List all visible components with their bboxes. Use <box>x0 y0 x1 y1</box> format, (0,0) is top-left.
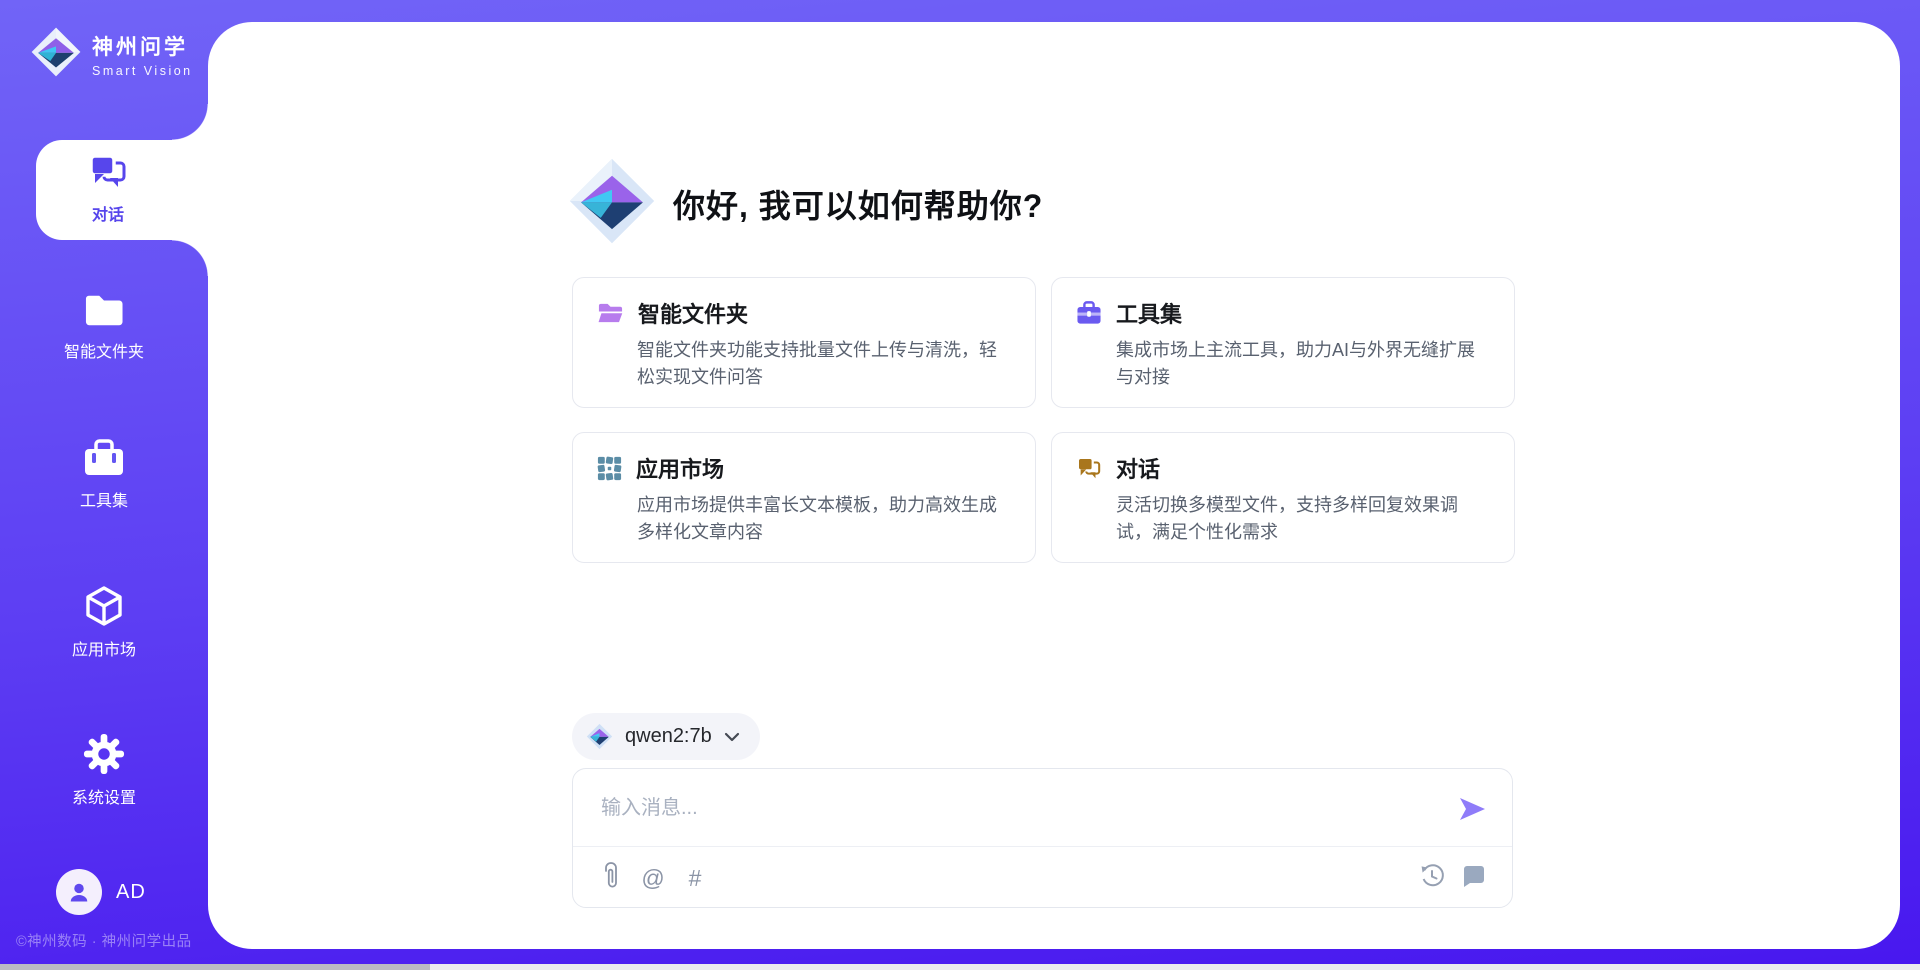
at-icon: @ <box>641 865 664 892</box>
topic-button[interactable]: # <box>681 864 709 892</box>
sidebar-item-label: 应用市场 <box>0 636 208 660</box>
card-description: 灵活切换多模型文件，支持多样回复效果调试，满足个性化需求 <box>1116 492 1490 546</box>
grid-icon <box>597 456 622 481</box>
horizontal-scrollbar-thumb[interactable] <box>0 964 430 970</box>
sidebar-item-folders[interactable]: 智能文件夹 <box>0 291 208 362</box>
user-profile[interactable]: AD <box>56 869 146 915</box>
brand-logo-icon <box>30 26 82 83</box>
card-description: 智能文件夹功能支持批量文件上传与清洗，轻松实现文件问答 <box>637 337 1011 391</box>
card-smart-folder[interactable]: 智能文件夹 智能文件夹功能支持批量文件上传与清洗，轻松实现文件问答 <box>572 277 1036 408</box>
composer-toolbar: @ # <box>573 848 1512 908</box>
sidebar-item-market[interactable]: 应用市场 <box>0 585 208 660</box>
briefcase-icon <box>1076 301 1102 325</box>
paperclip-icon <box>603 862 619 895</box>
chevron-down-icon <box>724 732 740 742</box>
history-button[interactable] <box>1418 864 1446 892</box>
card-app-market[interactable]: 应用市场 应用市场提供丰富长文本模板，助力高效生成多样化文章内容 <box>572 432 1036 563</box>
sidebar-item-chat[interactable]: 对话 <box>22 152 194 225</box>
sidebar-item-label: 系统设置 <box>0 784 208 808</box>
card-description: 集成市场上主流工具，助力AI与外界无缝扩展与对接 <box>1116 337 1490 391</box>
attach-button[interactable] <box>597 864 625 892</box>
app-root: { "app": { "brand": "神州问学", "brand_subti… <box>0 0 1920 970</box>
horizontal-scrollbar-track[interactable] <box>0 964 1920 970</box>
chat-panel-button[interactable] <box>1460 864 1488 892</box>
model-selector[interactable]: qwen2:7b <box>572 713 760 760</box>
active-tab-fillet-top <box>172 104 208 140</box>
folder-open-icon <box>597 301 624 325</box>
greeting-text: 你好, 我可以如何帮助你? <box>673 181 1043 227</box>
card-toolbox[interactable]: 工具集 集成市场上主流工具，助力AI与外界无缝扩展与对接 <box>1051 277 1515 408</box>
card-title: 应用市场 <box>636 452 724 484</box>
sidebar-item-label: 智能文件夹 <box>0 338 208 362</box>
sidebar-item-label: 对话 <box>22 201 194 225</box>
cube-icon <box>0 585 208 627</box>
message-input[interactable] <box>601 791 1441 839</box>
brand-subtitle: Smart Vision <box>92 64 193 78</box>
toolbox-icon <box>0 438 208 478</box>
card-title: 智能文件夹 <box>638 297 748 329</box>
feature-cards: 智能文件夹 智能文件夹功能支持批量文件上传与清洗，轻松实现文件问答 工具集 集成… <box>572 277 1515 563</box>
brand: 神州问学 Smart Vision <box>30 26 193 83</box>
mention-button[interactable]: @ <box>639 864 667 892</box>
greeting: 你好, 我可以如何帮助你? <box>567 156 1043 251</box>
model-logo-icon <box>586 723 613 750</box>
brand-title: 神州问学 <box>92 31 193 61</box>
copyright-text: ©神州数码 · 神州问学出品 <box>16 930 192 951</box>
sidebar-item-toolbox[interactable]: 工具集 <box>0 438 208 511</box>
card-chat[interactable]: 对话 灵活切换多模型文件，支持多样回复效果调试，满足个性化需求 <box>1051 432 1515 563</box>
card-title: 对话 <box>1116 452 1160 484</box>
gear-icon <box>0 733 208 775</box>
chat-square-icon <box>1461 863 1487 894</box>
assistant-logo-icon <box>567 156 657 251</box>
avatar <box>56 869 102 915</box>
sidebar-item-label: 工具集 <box>0 487 208 511</box>
sidebar-item-settings[interactable]: 系统设置 <box>0 733 208 808</box>
sidebar: 神州问学 Smart Vision 对话 智能文件夹 <box>0 0 208 970</box>
message-composer: @ # <box>572 768 1513 908</box>
chat-icon <box>22 152 194 192</box>
history-icon <box>1419 863 1445 894</box>
active-tab-fillet-bottom <box>172 240 208 276</box>
hash-icon: # <box>689 865 702 892</box>
card-description: 应用市场提供丰富长文本模板，助力高效生成多样化文章内容 <box>637 492 1011 546</box>
send-button[interactable] <box>1456 793 1488 825</box>
chat-bubbles-icon <box>1076 456 1102 481</box>
model-label: qwen2:7b <box>625 725 712 748</box>
card-title: 工具集 <box>1116 297 1182 329</box>
composer-divider <box>573 846 1512 847</box>
folder-icon <box>0 291 208 329</box>
user-name: AD <box>116 881 146 904</box>
